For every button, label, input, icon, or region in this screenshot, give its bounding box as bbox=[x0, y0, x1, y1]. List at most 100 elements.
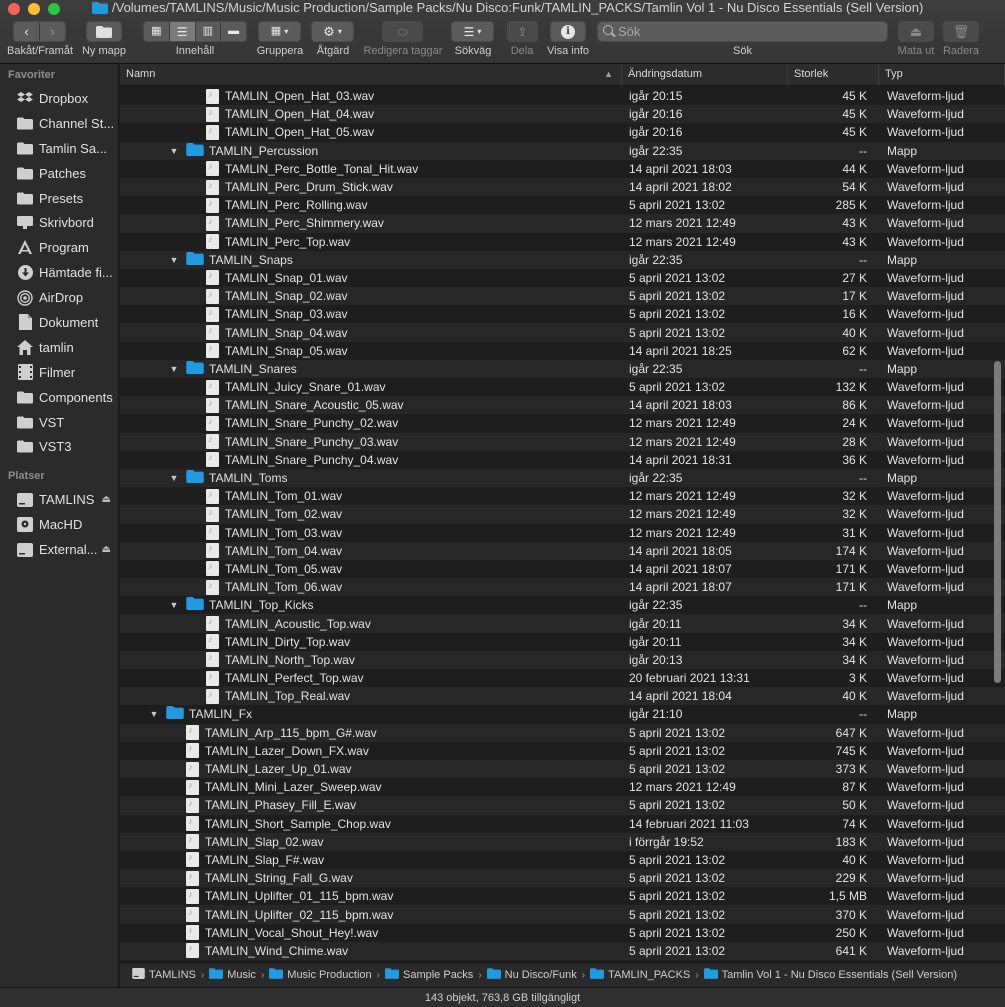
folder-row[interactable]: ▼ TAMLIN_Percussion igår 22:35 -- Mapp bbox=[120, 141, 1005, 160]
breadcrumb-item[interactable]: Music Production › bbox=[269, 968, 385, 982]
file-row[interactable]: TAMLIN_Phasey_Fill_E.wav 5 april 2021 13:… bbox=[120, 796, 1005, 815]
sidebar-item-tamlin[interactable]: tamlin bbox=[0, 335, 118, 360]
file-row[interactable]: TAMLIN_Perc_Drum_Stick.wav 14 april 2021 … bbox=[120, 177, 1005, 197]
close-window-button[interactable] bbox=[8, 3, 20, 15]
file-row[interactable]: TAMLIN_Slap_F#.wav 5 april 2021 13:02 40 K… bbox=[120, 850, 1005, 870]
folder-row[interactable]: ▼ TAMLIN_Snaps igår 22:35 -- Mapp bbox=[120, 250, 1005, 269]
file-row[interactable]: TAMLIN_Top_Real.wav 14 april 2021 18:04 40… bbox=[120, 687, 1005, 706]
sidebar-place-external[interactable]: External... ⏏ bbox=[0, 537, 118, 562]
sidebar-item-tamlin-sa[interactable]: Tamlin Sa... bbox=[0, 136, 118, 161]
folder-row[interactable]: ▼ TAMLIN_Top_Kicks igår 22:35 -- Mapp bbox=[120, 596, 1005, 615]
column-name-header[interactable]: Namn ▲ bbox=[120, 64, 622, 86]
breadcrumb-item[interactable]: Nu Disco/Funk › bbox=[486, 968, 590, 982]
column-date-header[interactable]: Ändringsdatum bbox=[622, 64, 788, 86]
file-row[interactable]: TAMLIN_Snare_Punchy_04.wav 14 april 2021 … bbox=[120, 450, 1005, 469]
file-row[interactable]: TAMLIN_Vocal_Shout_Hey!.wav 5 april 2021 … bbox=[120, 923, 1005, 942]
sidebar-place-machd[interactable]: MacHD bbox=[0, 512, 118, 537]
file-row[interactable]: TAMLIN_Tom_04.wav 14 april 2021 18:05 174 … bbox=[120, 541, 1005, 560]
file-row[interactable]: TAMLIN_Short_Sample_Chop.wav 14 februari … bbox=[120, 814, 1005, 833]
file-row[interactable]: TAMLIN_Tom_03.wav 12 mars 2021 12:49 31 K W… bbox=[120, 523, 1005, 542]
file-row[interactable]: TAMLIN_Snare_Acoustic_05.wav 14 april 202… bbox=[120, 396, 1005, 415]
sidebar-item-filmer[interactable]: Filmer bbox=[0, 360, 118, 385]
breadcrumb-item[interactable]: TAMLIN_PACKS › bbox=[590, 968, 703, 982]
file-row[interactable]: TAMLIN_Perc_Shimmery.wav 12 mars 2021 12:… bbox=[120, 214, 1005, 233]
folder-row[interactable]: ▼ TAMLIN_Fx igår 21:10 -- Mapp bbox=[120, 705, 1005, 724]
view-mode-control[interactable]: ▦ ☰ ▥ ▬ bbox=[143, 21, 247, 42]
search-field[interactable] bbox=[597, 21, 888, 42]
disclosure-triangle-icon[interactable]: ▼ bbox=[168, 255, 180, 265]
file-row[interactable]: TAMLIN_Juicy_Snare_01.wav 5 april 2021 13… bbox=[120, 378, 1005, 397]
file-row[interactable]: TAMLIN_Snare_Punchy_03.wav 12 mars 2021 1… bbox=[120, 432, 1005, 451]
file-row[interactable]: TAMLIN_Snap_01.wav 5 april 2021 13:02 27 K… bbox=[120, 268, 1005, 288]
sidebar-item-channel-st[interactable]: Channel St... bbox=[0, 111, 118, 136]
disclosure-triangle-icon[interactable]: ▼ bbox=[148, 709, 160, 719]
sidebar-item-dokument[interactable]: Dokument bbox=[0, 310, 118, 335]
zoom-window-button[interactable] bbox=[48, 3, 60, 15]
file-row[interactable]: TAMLIN_Slap_02.wav i förrgår 19:52 183 K Wa… bbox=[120, 832, 1005, 851]
folder-row[interactable]: ▼ TAMLIN_Snares igår 22:35 -- Mapp bbox=[120, 359, 1005, 378]
back-forward-control[interactable]: ‹ › bbox=[13, 21, 66, 42]
file-row[interactable]: TAMLIN_Lazer_Up_01.wav 5 april 2021 13:02… bbox=[120, 759, 1005, 779]
action-button[interactable]: ⚙ ▾ bbox=[311, 21, 354, 42]
back-button[interactable]: ‹ bbox=[14, 22, 40, 41]
minimize-window-button[interactable] bbox=[28, 3, 40, 15]
eject-button[interactable]: ⏏ bbox=[898, 21, 934, 42]
column-type-header[interactable]: Typ bbox=[879, 64, 1005, 86]
eject-icon[interactable]: ⏏ bbox=[102, 544, 111, 555]
file-row[interactable]: TAMLIN_Open_Hat_04.wav igår 20:16 45 K Wave… bbox=[120, 105, 1005, 124]
forward-button[interactable]: › bbox=[40, 22, 65, 41]
sidebar-item-airdrop[interactable]: AirDrop bbox=[0, 285, 118, 310]
list-view-button[interactable]: ☰ bbox=[169, 22, 196, 41]
file-row[interactable]: TAMLIN_North_Top.wav igår 20:13 34 K Wavefo… bbox=[120, 650, 1005, 669]
breadcrumb-item[interactable]: TAMLINS › bbox=[132, 968, 209, 982]
file-row[interactable]: TAMLIN_Tom_05.wav 14 april 2021 18:07 171 … bbox=[120, 559, 1005, 579]
gallery-view-button[interactable]: ▬ bbox=[221, 22, 246, 41]
file-row[interactable]: TAMLIN_Snare_Punchy_02.wav 12 mars 2021 1… bbox=[120, 414, 1005, 433]
path-button[interactable]: ☰ ▾ bbox=[451, 21, 494, 42]
file-row[interactable]: TAMLIN_String_Fall_G.wav 5 april 2021 13:… bbox=[120, 869, 1005, 888]
file-row[interactable]: TAMLIN_Tom_01.wav 12 mars 2021 12:49 32 K W… bbox=[120, 487, 1005, 506]
file-row[interactable]: TAMLIN_Open_Hat_05.wav igår 20:16 45 K Wave… bbox=[120, 123, 1005, 142]
get-info-button[interactable]: i bbox=[550, 21, 586, 42]
sidebar-item-vst3[interactable]: VST3 bbox=[0, 434, 118, 459]
file-row[interactable]: TAMLIN_Dirty_Top.wav igår 20:11 34 K Wavefo… bbox=[120, 632, 1005, 651]
file-row[interactable]: TAMLIN_Perc_Bottle_Tonal_Hit.wav 14 april… bbox=[120, 159, 1005, 178]
disclosure-triangle-icon[interactable]: ▼ bbox=[168, 600, 180, 610]
scrollbar-thumb[interactable] bbox=[994, 361, 1001, 683]
search-input[interactable] bbox=[618, 22, 878, 41]
new-folder-button[interactable] bbox=[86, 21, 122, 42]
file-row[interactable]: TAMLIN_Tom_06.wav 14 april 2021 18:07 171 … bbox=[120, 578, 1005, 597]
file-row[interactable]: TAMLIN_Snap_02.wav 5 april 2021 13:02 17 K… bbox=[120, 287, 1005, 306]
file-row[interactable]: TAMLIN_Acoustic_Top.wav igår 20:11 34 K Wav… bbox=[120, 614, 1005, 633]
disclosure-triangle-icon[interactable]: ▼ bbox=[168, 364, 180, 374]
sidebar-item-components[interactable]: Components bbox=[0, 385, 118, 410]
file-row[interactable]: TAMLIN_Snap_03.wav 5 april 2021 13:02 16 K… bbox=[120, 305, 1005, 324]
eject-icon[interactable]: ⏏ bbox=[102, 494, 111, 505]
file-row[interactable]: TAMLIN_Wind_Chime.wav 5 april 2021 13:02 6… bbox=[120, 941, 1005, 960]
sidebar-item-presets[interactable]: Presets bbox=[0, 186, 118, 211]
file-row[interactable]: TAMLIN_Mini_Lazer_Sweep.wav 12 mars 2021 … bbox=[120, 778, 1005, 797]
folder-row[interactable]: ▼ TAMLIN_Toms igår 22:35 -- Mapp bbox=[120, 468, 1005, 488]
disclosure-triangle-icon[interactable]: ▼ bbox=[168, 146, 180, 156]
file-row[interactable]: TAMLIN_Uplifter_01_115_bpm.wav 5 april 20… bbox=[120, 887, 1005, 906]
sidebar-item-skrivbord[interactable]: Skrivbord bbox=[0, 210, 118, 235]
breadcrumb-item[interactable]: Sample Packs › bbox=[385, 968, 487, 982]
file-row[interactable]: TAMLIN_Tom_02.wav 12 mars 2021 12:49 32 K W… bbox=[120, 505, 1005, 524]
column-size-header[interactable]: Storlek bbox=[788, 64, 879, 86]
breadcrumb-item[interactable]: Tamlin Vol 1 - Nu Disco Essentials (Sell… bbox=[703, 968, 957, 982]
sidebar-item-dropbox[interactable]: Dropbox bbox=[0, 86, 118, 111]
file-row[interactable]: TAMLIN_Snap_05.wav 14 april 2021 18:25 62 … bbox=[120, 341, 1005, 360]
file-row[interactable]: TAMLIN_Arp_115_bpm_G#.wav 5 april 2021 13… bbox=[120, 723, 1005, 742]
group-button[interactable]: ▦ ▾ bbox=[258, 21, 301, 42]
edit-tags-button[interactable]: ⬭ bbox=[382, 21, 423, 42]
file-row[interactable]: TAMLIN_Lazer_Down_FX.wav 5 april 2021 13:… bbox=[120, 741, 1005, 760]
sidebar-place-tamlins[interactable]: TAMLINS ⏏ bbox=[0, 487, 118, 512]
sidebar-item-program[interactable]: Program bbox=[0, 235, 118, 260]
file-row[interactable]: TAMLIN_Perc_Top.wav 12 mars 2021 12:49 43 … bbox=[120, 232, 1005, 251]
icon-view-button[interactable]: ▦ bbox=[144, 22, 170, 41]
file-row[interactable]: TAMLIN_Perc_Rolling.wav 5 april 2021 13:0… bbox=[120, 196, 1005, 215]
file-row[interactable]: TAMLIN_Perfect_Top.wav 20 februari 2021 1… bbox=[120, 669, 1005, 688]
share-button[interactable]: ⇪ bbox=[507, 21, 538, 42]
file-row[interactable]: TAMLIN_Open_Hat_03.wav igår 20:15 45 K Wave… bbox=[120, 87, 1005, 106]
sidebar-item-patches[interactable]: Patches bbox=[0, 161, 118, 186]
